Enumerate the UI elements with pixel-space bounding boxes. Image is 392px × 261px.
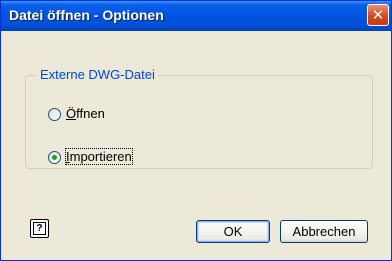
cancel-button[interactable]: Abbrechen (280, 220, 368, 243)
close-icon: ✕ (371, 6, 385, 24)
radio-open-label[interactable]: Öffnen (66, 106, 105, 121)
radio-selected-dot (52, 155, 57, 160)
radio-open-accel: Ö (66, 106, 77, 121)
title-bar[interactable]: Datei öffnen - Optionen ✕ (1, 1, 391, 31)
group-legend: Externe DWG-Datei (37, 67, 158, 82)
close-button[interactable]: ✕ (367, 4, 389, 26)
dialog-window: Datei öffnen - Optionen ✕ Externe DWG-Da… (0, 0, 392, 261)
radio-import[interactable] (48, 151, 61, 164)
help-button[interactable]: ? (30, 219, 49, 238)
dialog-title: Datei öffnen - Optionen (9, 7, 164, 23)
radio-import-text: mportieren (69, 149, 132, 164)
ok-button[interactable]: OK (196, 220, 270, 243)
radio-import-label[interactable]: Importieren (65, 148, 133, 165)
radio-open-text: ffnen (76, 106, 105, 121)
radio-open[interactable] (48, 108, 61, 121)
help-icon: ? (33, 222, 46, 235)
